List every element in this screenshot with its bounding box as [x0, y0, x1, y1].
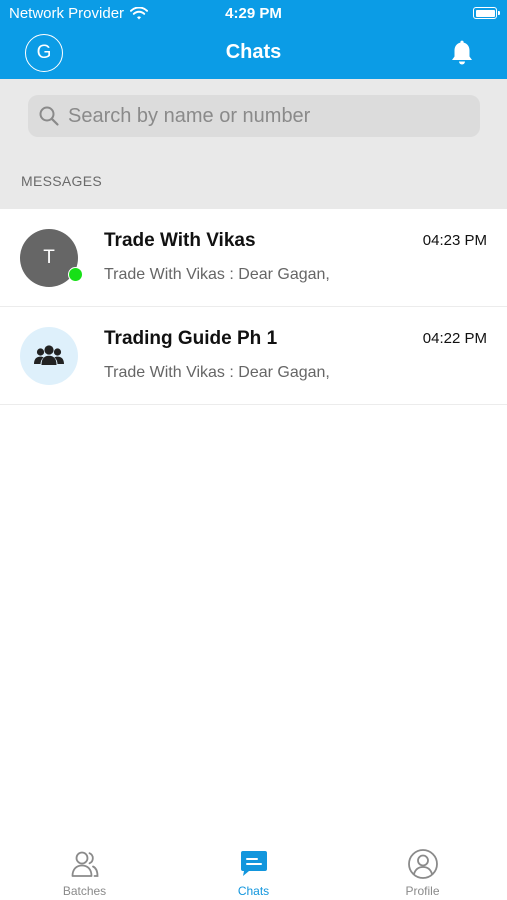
- messages-section-label: MESSAGES: [21, 173, 102, 189]
- search-input[interactable]: [66, 103, 470, 129]
- chat-list-item[interactable]: Trading Guide Ph 1 04:22 PM Trade With V…: [0, 307, 507, 405]
- tab-label: Chats: [237, 884, 270, 898]
- tab-chats[interactable]: Chats: [169, 835, 338, 900]
- chat-preview: Trade With Vikas : Dear Gagan,: [104, 364, 330, 381]
- online-status-indicator: [68, 267, 83, 282]
- chat-avatar: [20, 327, 78, 385]
- tab-bar: Batches Chats Profile: [0, 835, 507, 900]
- tab-label: Profile: [405, 884, 440, 898]
- tab-batches[interactable]: Batches: [0, 835, 169, 900]
- batches-icon: [71, 851, 98, 877]
- chats-icon: [240, 851, 267, 876]
- search-section: MESSAGES: [0, 79, 507, 209]
- chat-list: T Trade With Vikas 04:23 PM Trade With V…: [0, 209, 507, 405]
- chat-preview: Trade With Vikas : Dear Gagan,: [104, 266, 330, 283]
- status-bar: Network Provider 4:29 PM: [0, 0, 507, 28]
- chat-name: Trade With Vikas: [104, 230, 256, 251]
- nav-bar: G Chats: [0, 28, 507, 79]
- chat-name: Trading Guide Ph 1: [104, 328, 278, 349]
- page-title: Chats: [225, 41, 282, 63]
- chat-list-item[interactable]: T Trade With Vikas 04:23 PM Trade With V…: [0, 209, 507, 307]
- search-box[interactable]: [28, 95, 480, 137]
- app-root: Network Provider 4:29 PM G Chats Search …: [0, 0, 507, 900]
- tab-profile[interactable]: Profile: [338, 835, 507, 900]
- group-icon: [34, 345, 64, 365]
- search-icon: [39, 106, 59, 126]
- notification-bell-icon[interactable]: [449, 40, 475, 68]
- battery-icon: [473, 7, 500, 19]
- chat-time: 04:22 PM: [422, 330, 487, 347]
- chat-time: 04:23 PM: [422, 232, 487, 249]
- status-time: 4:29 PM: [225, 5, 282, 22]
- tab-label: Batches: [62, 884, 107, 898]
- header: Network Provider 4:29 PM G Chats: [0, 0, 507, 79]
- profile-icon: [407, 849, 438, 879]
